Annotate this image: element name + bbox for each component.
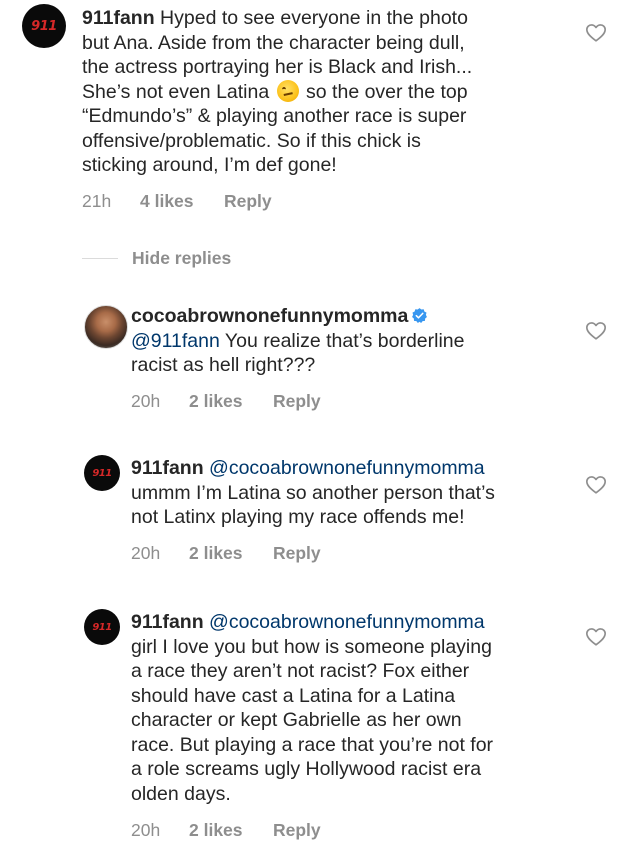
avatar[interactable]: 911 — [84, 455, 120, 491]
comment-text-line: but Ana. Aside from the character being … — [82, 31, 465, 54]
likes-count[interactable]: 2 likes — [189, 820, 273, 841]
mention-link[interactable]: @cocoabrownonefunnymomma — [209, 611, 485, 633]
comment-text-line: the actress portraying her is Black and … — [82, 56, 473, 78]
avatar[interactable]: 911 — [84, 609, 120, 645]
comment-text-line: offensive/problematic. So if this chick … — [82, 129, 421, 152]
comment-text-line: Hyped to see everyone in the photo — [160, 7, 468, 29]
comment-body: 911fann Hyped to see everyone in the pho… — [82, 6, 472, 178]
verified-badge-icon — [412, 308, 428, 324]
mention-link[interactable]: @cocoabrownonefunnymomma — [209, 457, 485, 479]
mention-link[interactable]: @911fann — [131, 330, 220, 352]
comment-text-segment: You realize that’s borderline — [224, 329, 465, 352]
hide-replies-button[interactable]: Hide replies — [82, 246, 231, 270]
avatar-logo-text: 911 — [92, 467, 112, 479]
comment-text-line: should have cast a Latina for a Latina — [131, 684, 456, 707]
comment-text-line: ummm I’m Latina so another person that’s — [131, 481, 495, 504]
heart-outline-icon[interactable] — [585, 22, 607, 44]
comment-body: 911fann @cocoabrownonefunnymomma girl I … — [131, 610, 493, 806]
username[interactable]: cocoabrownonefunnymomma — [131, 305, 408, 327]
avatar-logo-text: 911 — [31, 18, 57, 34]
reply-button[interactable]: Reply — [273, 391, 321, 412]
heart-outline-icon[interactable] — [585, 626, 607, 648]
comment-text-line: not Latinx playing my race offends me! — [131, 506, 465, 528]
heart-outline-icon[interactable] — [585, 320, 607, 342]
heart-outline-icon[interactable] — [585, 474, 607, 496]
comment-text-line: a role screams ugly Hollywood racist era — [131, 758, 482, 780]
reply-button[interactable]: Reply — [273, 820, 321, 841]
avatar[interactable] — [84, 305, 128, 349]
comment-text-line: girl I love you but how is someone playi… — [131, 635, 492, 658]
reply-button[interactable]: Reply — [273, 543, 321, 564]
smirking-face-emoji-icon — [276, 79, 299, 102]
comment-text-segment: She’s not even Latina — [82, 80, 270, 103]
hide-replies-label: Hide replies — [132, 247, 232, 268]
comment-body: cocoabrownonefunnymomma @911fann You rea… — [131, 304, 465, 378]
timestamp[interactable]: 20h — [131, 391, 189, 412]
comment-meta: 20h 2 likes Reply — [131, 391, 321, 412]
comment-meta: 20h 2 likes Reply — [131, 543, 321, 564]
comment-text-line: sticking around, I’m def gone! — [82, 154, 337, 176]
avatar-logo-text: 911 — [92, 621, 112, 633]
comment-text-line: character or kept Gabrielle as her own — [131, 709, 462, 731]
comment-text-segment: so the over the top — [306, 80, 468, 103]
username[interactable]: 911fann — [82, 7, 155, 29]
comment-text-line: a race they aren’t not racist? Fox eithe… — [131, 660, 470, 682]
comment-text-line: olden days. — [131, 782, 231, 805]
likes-count[interactable]: 2 likes — [189, 391, 273, 412]
comment-meta: 21h 4 likes Reply — [82, 191, 272, 212]
likes-count[interactable]: 2 likes — [189, 543, 273, 564]
username[interactable]: 911fann — [131, 611, 204, 633]
comment-text-line: “Edmundo’s” & playing another race is su… — [82, 105, 467, 127]
likes-count[interactable]: 4 likes — [140, 191, 224, 212]
comment-text-line: racist as hell right??? — [131, 354, 316, 376]
comment-text-line: race. But playing a race that you’re not… — [131, 733, 494, 756]
timestamp[interactable]: 20h — [131, 543, 189, 564]
timestamp[interactable]: 20h — [131, 820, 189, 841]
divider — [82, 257, 118, 259]
comment-body: 911fann @cocoabrownonefunnymomma ummm I’… — [131, 456, 495, 530]
reply-button[interactable]: Reply — [224, 191, 272, 212]
timestamp[interactable]: 21h — [82, 191, 140, 212]
username[interactable]: 911fann — [131, 457, 204, 479]
avatar[interactable]: 911 — [22, 4, 66, 48]
comment-meta: 20h 2 likes Reply — [131, 820, 321, 841]
